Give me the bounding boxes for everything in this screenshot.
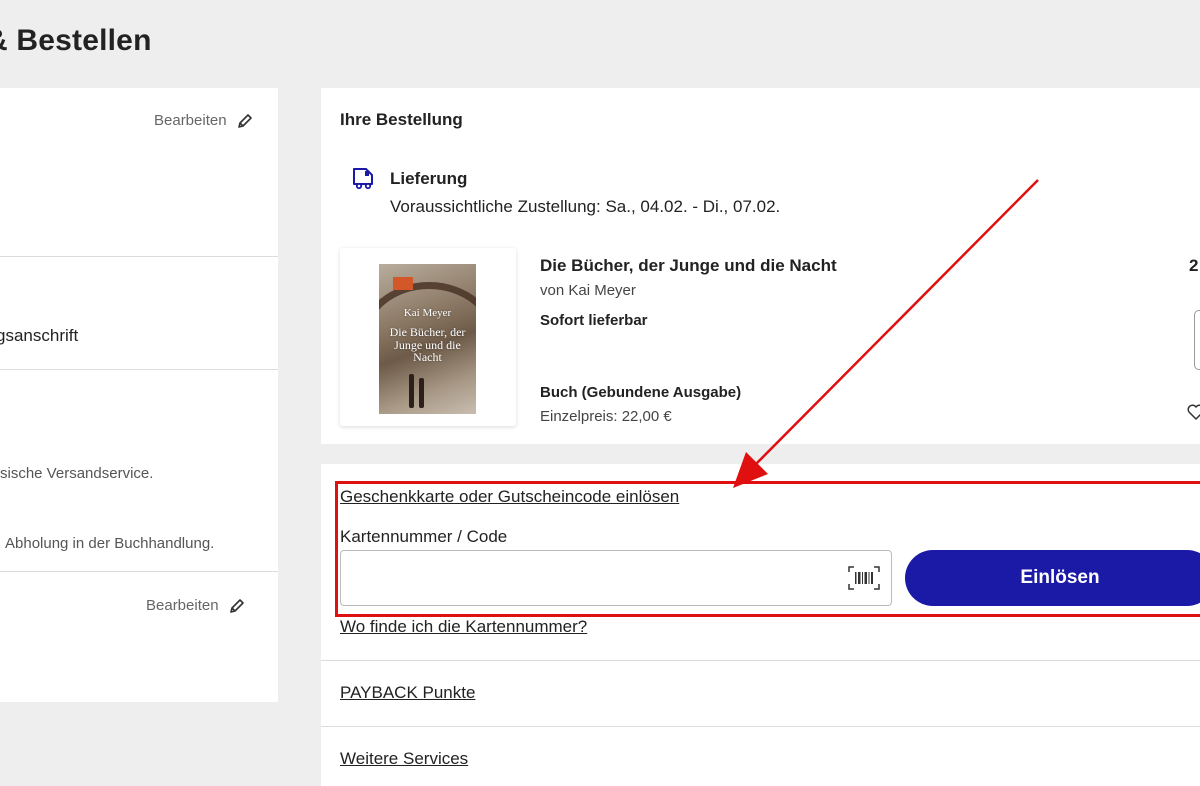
item-total-price: 2 [1189, 256, 1199, 275]
where-card-number-link[interactable]: Wo finde ich die Kartennummer? [340, 617, 587, 637]
pencil-icon [237, 113, 252, 128]
edit-address-button[interactable]: Bearbeiten [154, 112, 253, 129]
delivery-estimate: Voraussichtliche Zustellung: Sa., 04.02.… [390, 197, 781, 216]
quantity-select[interactable] [1194, 310, 1200, 370]
cover-title: Die Bücher, der Junge und die Nacht [389, 325, 466, 365]
order-title: Ihre Bestellung [340, 110, 463, 129]
pickup-option-text: Abholung in der Buchhandlung. [5, 535, 215, 552]
order-summary-card: Ihre Bestellung Lieferung Voraussichtlic… [321, 88, 1200, 444]
delivery-truck-icon [353, 168, 373, 190]
voucher-section: Geschenkkarte oder Gutscheincode einlöse… [321, 464, 1200, 786]
edit-label: Bearbeiten [146, 597, 219, 614]
divider [321, 726, 1200, 727]
card-code-label: Kartennummer / Code [340, 527, 508, 546]
divider [0, 571, 278, 572]
page-title: & Bestellen [0, 24, 152, 57]
wishlist-heart-icon[interactable] [1186, 402, 1200, 422]
shipping-option-text: sische Versandservice. [0, 465, 154, 482]
book-author: von Kai Meyer [540, 282, 636, 299]
payback-points-link[interactable]: PAYBACK Punkte [340, 683, 475, 703]
barcode-scan-icon[interactable] [848, 566, 880, 590]
book-cover-frame[interactable]: Kai Meyer Die Bücher, der Junge und die … [340, 248, 516, 426]
divider [0, 256, 278, 257]
book-title[interactable]: Die Bücher, der Junge und die Nacht [540, 256, 837, 276]
edit-label: Bearbeiten [154, 112, 227, 129]
card-code-input[interactable] [340, 550, 892, 606]
billing-address-heading: gsanschrift [0, 326, 79, 345]
redeem-button[interactable]: Einlösen [905, 550, 1200, 606]
redeem-voucher-link[interactable]: Geschenkkarte oder Gutscheincode einlöse… [340, 487, 679, 507]
delivery-label: Lieferung [390, 169, 468, 188]
checkout-steps-card: Bearbeiten gsanschrift sische Versandser… [0, 88, 278, 702]
divider [321, 660, 1200, 661]
edit-payment-button[interactable]: Bearbeiten [146, 597, 245, 614]
pencil-icon [229, 598, 244, 613]
cover-author: Kai Meyer [403, 307, 452, 319]
book-cover-image: Kai Meyer Die Bücher, der Junge und die … [379, 264, 476, 414]
availability-status: Sofort lieferbar [540, 312, 648, 329]
book-format: Buch (Gebundene Ausgabe) [540, 384, 742, 401]
unit-price: Einzelpreis: 22,00 € [540, 408, 672, 425]
divider [0, 369, 278, 370]
more-services-link[interactable]: Weitere Services [340, 749, 468, 769]
